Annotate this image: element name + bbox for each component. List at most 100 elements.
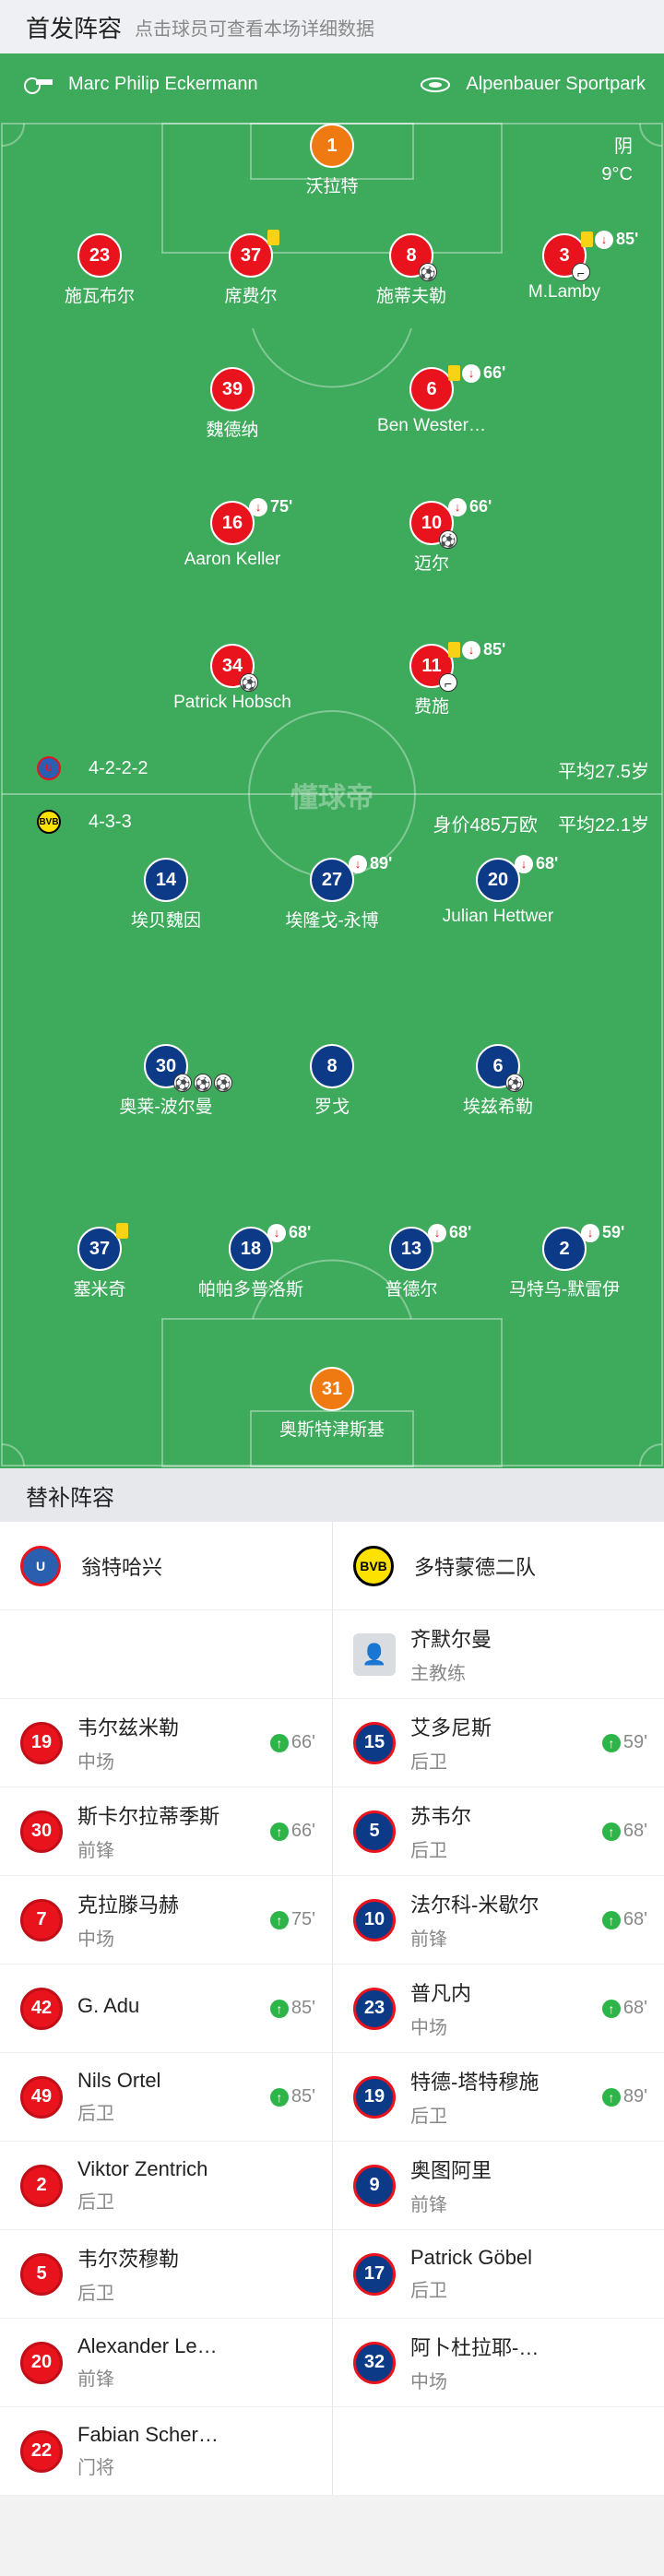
coach-role: 主教练: [410, 1664, 466, 1684]
home-sub-player[interactable]: 2 Viktor Zentrich 后卫: [0, 2142, 332, 2229]
player-name: 奥斯特津斯基: [279, 1420, 385, 1440]
player-number: 16: [221, 512, 243, 533]
player-name: 马特乌-默雷伊: [508, 1280, 621, 1300]
subs-list: U 翁特哈兴 BVB 多特蒙德二队 👤 齐默尔曼 主教练 19 韦尔兹米勒 中场 ↑ 66…: [0, 1522, 664, 2496]
sub-name: Fabian Scher…: [77, 2423, 219, 2446]
home-team-cell[interactable]: U 翁特哈兴: [0, 1522, 332, 1609]
goal-ball-icon: ⚽: [240, 673, 258, 692]
home-sub-player[interactable]: 49 Nils Ortel 后卫 ↑ 85': [0, 2053, 332, 2141]
sub-in-minute: 89': [622, 2086, 647, 2107]
away-sub-player[interactable]: 15 艾多尼斯 后卫 ↑ 59': [332, 1699, 664, 1787]
player-badges: ↓ 75': [249, 497, 292, 516]
yellow-card-icon: [448, 365, 460, 381]
sub-in-minute: 68': [622, 1998, 647, 2018]
player-number: 13: [400, 1238, 422, 1259]
sub-in-minute: 59': [622, 1732, 647, 1752]
player-number: 18: [240, 1238, 262, 1259]
sub-out-icon: ↓: [349, 854, 367, 873]
sub-row: 30 斯卡尔拉蒂季斯 前锋 ↑ 66' 5 苏韦尔 后卫 ↑ 68': [0, 1787, 664, 1876]
sub-number: 42: [20, 1987, 63, 2030]
sub-in-minute: 85': [290, 1998, 315, 2018]
sub-in-arrow-icon: ↑: [269, 1910, 289, 1929]
sub-row: 22 Fabian Scher… 门将: [0, 2407, 664, 2496]
home-sub-player[interactable]: 7 克拉滕马赫 中场 ↑ 75': [0, 1876, 332, 1964]
sub-name: Viktor Zentrich: [77, 2157, 208, 2180]
away-player[interactable]: 2 ↓ 59' 马特乌-默雷伊: [463, 1223, 664, 1300]
sub-number: 19: [20, 1721, 63, 1764]
sub-number: 20: [20, 2341, 63, 2384]
sub-position: 前锋: [410, 1929, 447, 1950]
away-sub-player[interactable]: 17 Patrick Göbel 后卫: [332, 2230, 664, 2318]
lineup-hint: 点击球员可查看本场详细数据: [135, 18, 375, 40]
away-sub-player[interactable]: 23 普凡内 中场 ↑ 68': [332, 1965, 664, 2052]
player-number-wrap: 16 ↓ 75': [210, 497, 292, 545]
home-sub-player[interactable]: 30 斯卡尔拉蒂季斯 前锋 ↑ 66': [0, 1787, 332, 1875]
home-player[interactable]: 11 ↓ 85' ⌐ 费施: [330, 640, 533, 718]
away-sub-player[interactable]: 19 特德-塔特穆施 后卫 ↑ 89': [332, 2053, 664, 2141]
player-number: 37: [89, 1238, 111, 1259]
sub-minute: 75': [270, 497, 293, 516]
home-sub-player[interactable]: 42 G. Adu ↑ 85': [0, 1965, 332, 2052]
home-player[interactable]: 1 沃拉特: [231, 124, 433, 197]
away-player[interactable]: 31 奥斯特津斯基: [231, 1367, 433, 1441]
away-player[interactable]: 6 ⚽ 埃兹希勒: [397, 1044, 599, 1118]
away-sub-player[interactable]: 32 阿卜杜拉耶-… 中场: [332, 2319, 664, 2406]
home-team-name: 翁特哈兴: [81, 1555, 163, 1579]
stadium-icon: [421, 77, 451, 92]
sub-position: 后卫: [77, 2104, 114, 2124]
player-name: 魏德纳: [206, 421, 259, 440]
sub-minute: 68': [289, 1223, 312, 1241]
player-number: 2: [559, 1238, 570, 1259]
player-number: 6: [492, 1055, 504, 1076]
home-player[interactable]: 3 ↓ 85' ⌐ M.Lamby: [463, 230, 664, 303]
sub-in: ↑ 68': [601, 1821, 647, 1842]
home-player[interactable]: 6 ↓ 66' Ben Wester…: [330, 363, 533, 436]
sub-out-icon: ↓: [515, 854, 533, 873]
home-player[interactable]: 10 ↓ 66' ⚽ 迈尔: [330, 497, 533, 575]
sub-position: 前锋: [410, 2195, 447, 2215]
sub-name: 苏韦尔: [410, 1805, 472, 1828]
whistle-icon: [24, 77, 53, 94]
away-sub-player[interactable]: 9 奥图阿里 前锋: [332, 2142, 664, 2229]
player-number-wrap: 11 ↓ 85' ⌐: [409, 640, 505, 692]
home-player[interactable]: 34 ⚽ Patrick Hobsch: [131, 644, 334, 713]
player-number: 39: [210, 367, 255, 411]
sub-minute: 59': [602, 1223, 625, 1241]
sub-out-icon: ↓: [428, 1223, 446, 1242]
sub-position: 后卫: [410, 1841, 447, 1861]
home-player[interactable]: 39 魏德纳: [131, 367, 334, 441]
home-sub-player[interactable]: 20 Alexander Le… 前锋: [0, 2319, 332, 2406]
sub-position: 中场: [410, 2018, 447, 2038]
home-sub-player[interactable]: 19 韦尔兹米勒 中场 ↑ 66': [0, 1699, 332, 1787]
sub-in-minute: 68': [622, 1909, 647, 1929]
sub-name: 艾多尼斯: [410, 1716, 492, 1739]
away-sub-player[interactable]: 5 苏韦尔 后卫 ↑ 68': [332, 1787, 664, 1875]
sub-position: 中场: [77, 1752, 114, 1773]
player-number-wrap: 30 ⚽ ⚽ ⚽: [144, 1044, 232, 1092]
away-team-name: 多特蒙德二队: [414, 1555, 537, 1579]
player-number: 3: [559, 244, 570, 266]
subs-title: 替补阵容: [0, 1468, 664, 1522]
goal-ball-icon: ⚽: [419, 263, 437, 281]
home-sub-player[interactable]: 5 韦尔茨穆勒 后卫: [0, 2230, 332, 2318]
sub-position: 后卫: [410, 1752, 447, 1773]
goal-ball-icon: ⚽: [439, 530, 457, 549]
lineup-title: 首发阵容: [26, 14, 123, 42]
away-coach[interactable]: 👤 齐默尔曼 主教练: [332, 1610, 664, 1698]
sub-out-icon: ↓: [448, 497, 467, 516]
home-player[interactable]: 16 ↓ 75' Aaron Keller: [131, 497, 334, 570]
player-badges: ↓ 85': [448, 640, 505, 659]
away-sub-player[interactable]: 10 法尔科-米歇尔 前锋 ↑ 68': [332, 1876, 664, 1964]
home-sub-player[interactable]: 22 Fabian Scher… 门将: [0, 2407, 332, 2495]
sub-number: 49: [20, 2075, 63, 2119]
sub-number: 23: [353, 1987, 396, 2030]
away-team-cell[interactable]: BVB 多特蒙德二队: [332, 1522, 664, 1609]
player-badges: ↓ 66': [448, 363, 505, 383]
yellow-card-icon: [116, 1223, 128, 1239]
away-player[interactable]: 20 ↓ 68' Julian Hettwer: [397, 854, 599, 927]
sub-name: 韦尔茨穆勒: [77, 2248, 180, 2271]
sub-position: 后卫: [77, 2192, 114, 2213]
away-team-logo-icon: BVB: [353, 1545, 394, 1586]
sub-name: 奥图阿里: [410, 2159, 492, 2182]
sub-in-arrow-icon: ↑: [601, 1910, 621, 1929]
